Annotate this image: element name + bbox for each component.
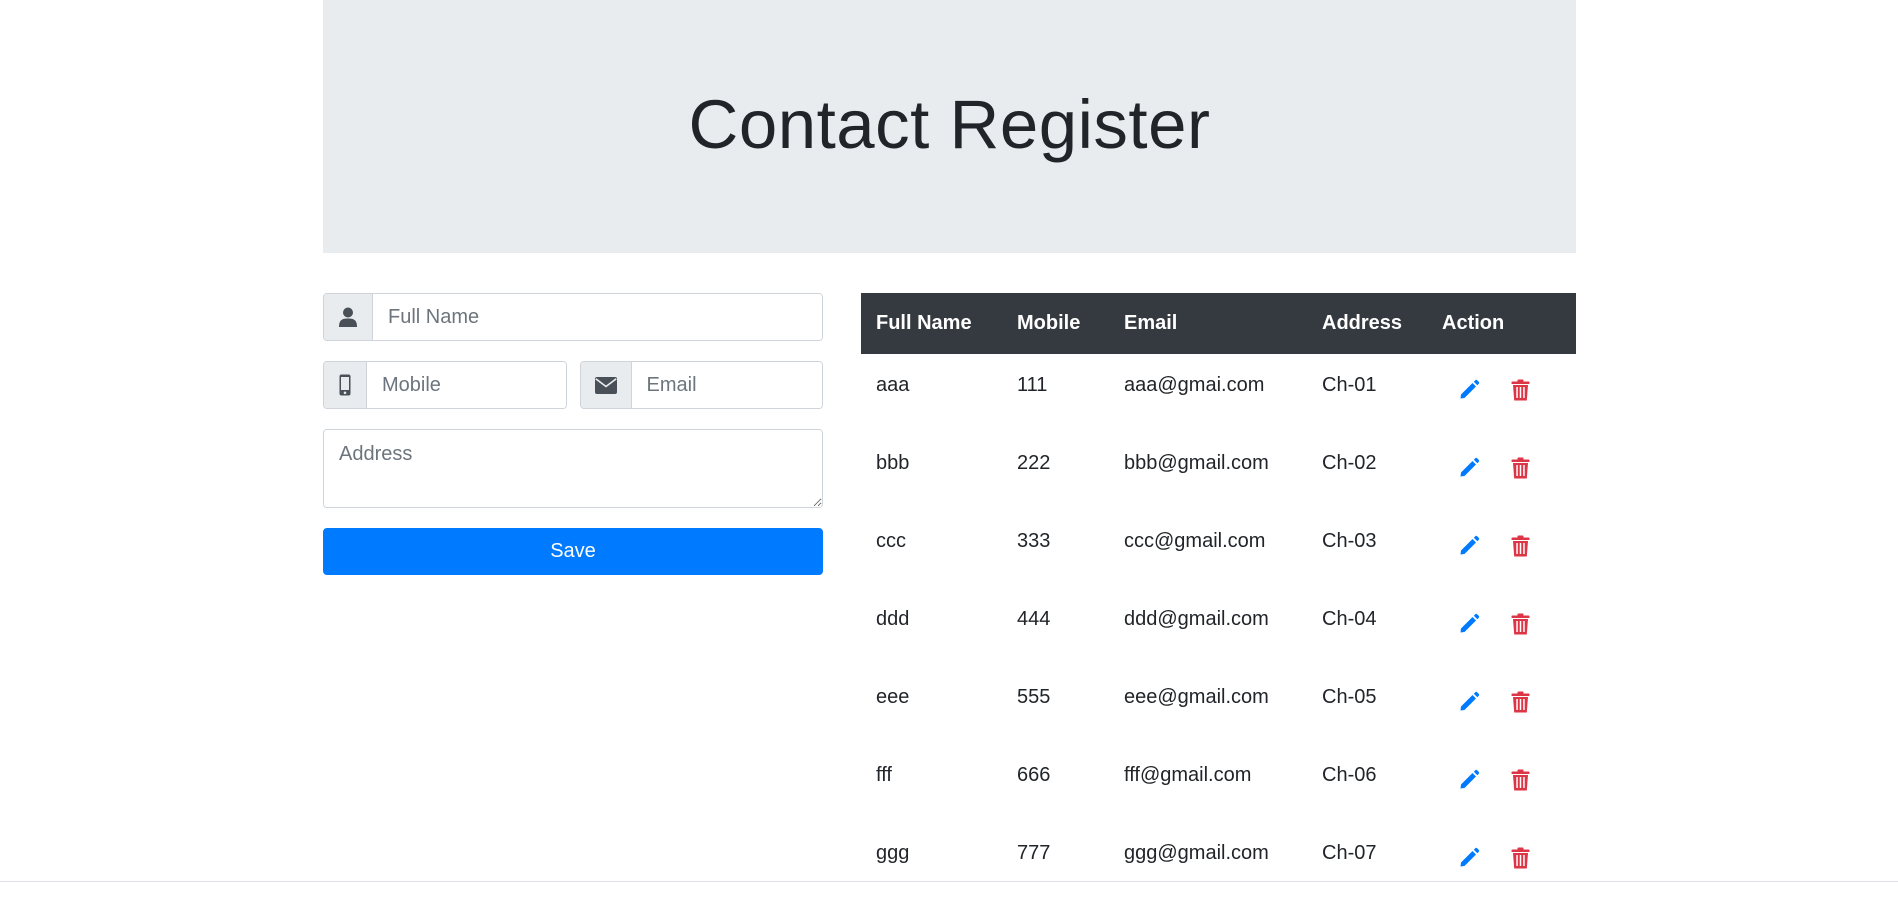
cell-email: eee@gmail.com: [1124, 686, 1269, 708]
table-row: ggg 777 ggg@gmail.com Ch-07: [861, 822, 1576, 900]
mobile-input-group: [323, 361, 567, 409]
trash-icon[interactable]: [1508, 534, 1532, 558]
contacts-table-wrapper: Full Name Mobile Email Address Action aa…: [861, 293, 1576, 900]
trash-icon[interactable]: [1508, 378, 1532, 402]
cell-email: aaa@gmai.com: [1124, 374, 1265, 396]
table-row: ccc 333 ccc@gmail.com Ch-03: [861, 510, 1576, 588]
save-button[interactable]: Save: [323, 528, 823, 575]
pencil-icon[interactable]: [1457, 768, 1481, 792]
page-container: Contact Register Full Name Mobile Email …: [323, 0, 1576, 900]
fullname-input[interactable]: [373, 294, 822, 340]
column-header-mobile: Mobile: [1017, 312, 1081, 334]
cell-email: fff@gmail.com: [1124, 764, 1252, 786]
cell-fullname: ccc: [876, 530, 906, 552]
address-textarea[interactable]: [324, 430, 822, 507]
cell-fullname: ggg: [876, 842, 910, 864]
contacts-table: Full Name Mobile Email Address Action aa…: [861, 293, 1576, 900]
email-input[interactable]: [631, 362, 822, 408]
cell-address: Ch-07: [1322, 842, 1377, 864]
table-row: bbb 222 bbb@gmail.com Ch-02: [861, 432, 1576, 510]
column-header-address: Address: [1322, 312, 1403, 334]
cell-actions: [1427, 510, 1576, 588]
pencil-icon[interactable]: [1457, 846, 1481, 870]
cell-actions: [1427, 432, 1576, 510]
cell-fullname: aaa: [876, 374, 910, 396]
cell-address: Ch-06: [1322, 764, 1377, 786]
mobile-phone-icon: [324, 362, 367, 408]
cell-mobile: 777: [1017, 842, 1051, 864]
address-field-wrapper: [323, 429, 823, 508]
cell-email: ddd@gmail.com: [1124, 608, 1269, 630]
cell-address: Ch-05: [1322, 686, 1377, 708]
cell-mobile: 222: [1017, 452, 1051, 474]
pencil-icon[interactable]: [1457, 690, 1481, 714]
cell-mobile: 666: [1017, 764, 1051, 786]
pencil-icon[interactable]: [1457, 534, 1481, 558]
cell-email: ggg@gmail.com: [1124, 842, 1269, 864]
column-header-action: Action: [1442, 312, 1505, 334]
cell-email: bbb@gmail.com: [1124, 452, 1269, 474]
cell-address: Ch-01: [1322, 374, 1377, 396]
cell-fullname: ddd: [876, 608, 910, 630]
cell-mobile: 333: [1017, 530, 1051, 552]
cell-fullname: bbb: [876, 452, 910, 474]
pencil-icon[interactable]: [1457, 378, 1481, 402]
table-row: ddd 444 ddd@gmail.com Ch-04: [861, 588, 1576, 666]
cell-fullname: eee: [876, 686, 910, 708]
contact-row: [323, 361, 823, 409]
column-header-fullname: Full Name: [876, 312, 972, 334]
trash-icon[interactable]: [1508, 612, 1532, 636]
pencil-icon[interactable]: [1457, 612, 1481, 636]
trash-icon[interactable]: [1508, 846, 1532, 870]
cell-actions: [1427, 588, 1576, 666]
cell-actions: [1427, 354, 1576, 432]
table-row: eee 555 eee@gmail.com Ch-05: [861, 666, 1576, 744]
cell-actions: [1427, 744, 1576, 822]
cell-fullname: fff: [876, 764, 892, 786]
cell-address: Ch-02: [1322, 452, 1377, 474]
cell-mobile: 555: [1017, 686, 1051, 708]
table-body: aaa 111 aaa@gmai.com Ch-01 bbb 222 bbb@gmail.c…: [861, 354, 1576, 900]
cell-actions: [1427, 666, 1576, 744]
trash-icon[interactable]: [1508, 768, 1532, 792]
cell-address: Ch-03: [1322, 530, 1377, 552]
trash-icon[interactable]: [1508, 690, 1532, 714]
cell-actions: [1427, 822, 1576, 900]
trash-icon[interactable]: [1508, 456, 1532, 480]
table-row: aaa 111 aaa@gmai.com Ch-01: [861, 354, 1576, 432]
content-row: Save Full Name Mobile Email Address Acti…: [323, 293, 1576, 900]
header-banner: Contact Register: [323, 0, 1576, 253]
table-header-row: Full Name Mobile Email Address Action: [861, 293, 1576, 354]
column-header-email: Email: [1124, 312, 1178, 334]
cell-email: ccc@gmail.com: [1124, 530, 1266, 552]
page-title: Contact Register: [688, 86, 1211, 163]
fullname-input-group: [323, 293, 823, 341]
table-row: fff 666 fff@gmail.com Ch-06: [861, 744, 1576, 822]
envelope-icon: [580, 362, 632, 408]
cell-mobile: 444: [1017, 608, 1051, 630]
user-icon: [324, 294, 373, 340]
mobile-input[interactable]: [367, 362, 566, 408]
contact-form: Save: [323, 293, 823, 900]
pencil-icon[interactable]: [1457, 456, 1481, 480]
email-input-group: [579, 361, 823, 409]
cell-address: Ch-04: [1322, 608, 1377, 630]
cell-mobile: 111: [1017, 374, 1048, 396]
